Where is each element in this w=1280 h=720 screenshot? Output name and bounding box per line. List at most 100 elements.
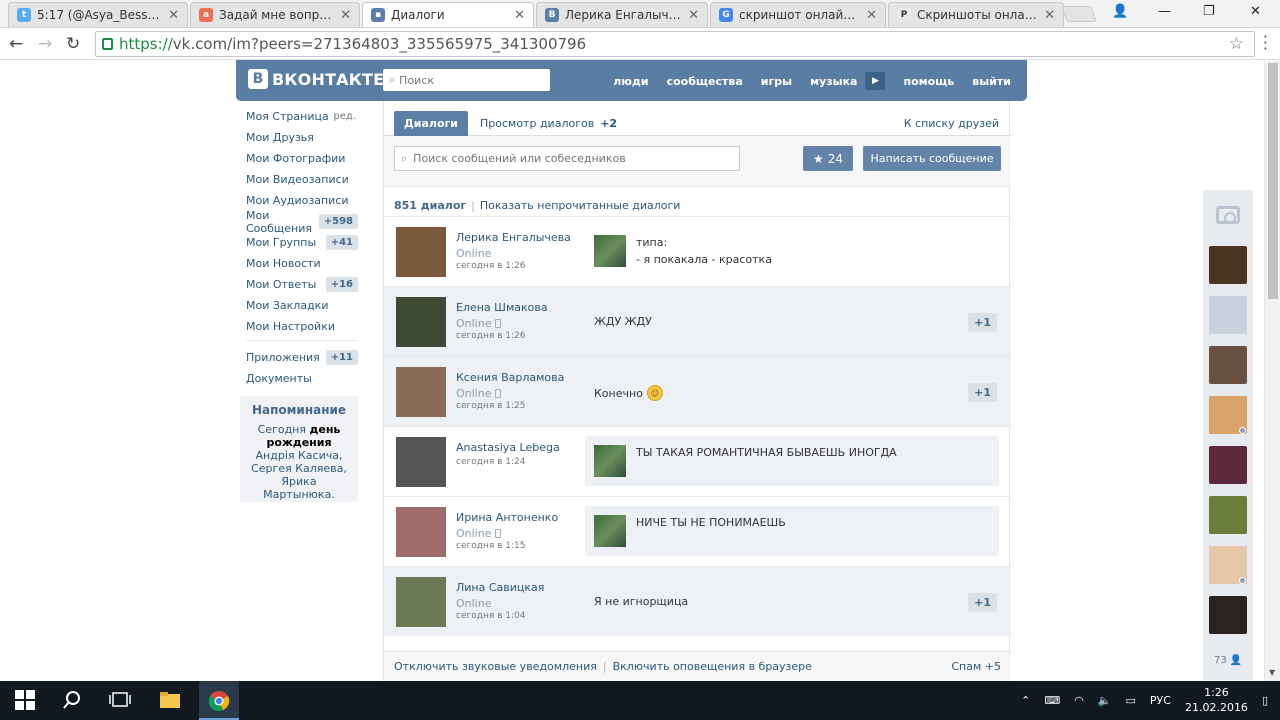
vk-search-input[interactable]: [399, 73, 540, 87]
dialog-row[interactable]: Ирина Антоненко Online сегодня в 1:15 НИЧЕ …: [384, 496, 1011, 566]
new-tab-button[interactable]: [1061, 6, 1097, 22]
browser-tab[interactable]: a Задай мне вопрос | as ✕: [190, 2, 360, 27]
dialog-row[interactable]: Ксения Варламова Online сегодня в 1:25 Коне…: [384, 356, 1011, 426]
menu-item-news[interactable]: Мои Новости: [240, 253, 358, 274]
browser-tab[interactable]: t 5:17 (@Asya_Bessonov ✕: [8, 2, 188, 27]
last-message[interactable]: Конечно ☺: [594, 385, 663, 401]
search-icon[interactable]: [62, 690, 84, 712]
menu-item-videos[interactable]: Мои Видеозаписи: [240, 169, 358, 190]
browser-tab[interactable]: P Скриншоты онлайн, с ✕: [888, 2, 1064, 27]
camera-icon[interactable]: [1216, 206, 1240, 224]
menu-item-bookmarks[interactable]: Мои Закладки: [240, 295, 358, 316]
favorites-button[interactable]: ★ 24: [803, 146, 853, 171]
last-message[interactable]: ЖДУ ЖДУ: [594, 315, 652, 328]
dialog-name[interactable]: Лерика Енгалычева: [456, 231, 571, 244]
last-message[interactable]: НИЧЕ ТЫ НЕ ПОНИМАЕШЬ: [585, 506, 999, 556]
last-message[interactable]: ТЫ ТАКАЯ РОМАНТИЧНАЯ БЫВАЕШЬ ИНОГДА: [585, 436, 999, 486]
message-search-input[interactable]: [413, 152, 724, 165]
edit-link[interactable]: ред.: [333, 111, 358, 122]
wifi-icon[interactable]: ◠: [1074, 694, 1084, 707]
file-explorer-icon[interactable]: [159, 690, 181, 712]
vk-search-box[interactable]: ⌕: [383, 69, 550, 91]
nav-music[interactable]: музыка: [810, 75, 857, 88]
dialog-avatar[interactable]: [396, 367, 446, 417]
menu-item-apps[interactable]: Приложения +11: [240, 347, 358, 368]
reload-icon[interactable]: ↻: [66, 34, 80, 54]
scroll-down-arrow-icon[interactable]: ▼: [1269, 668, 1275, 677]
notification-icon[interactable]: ▭: [1126, 694, 1136, 707]
online-friends-count[interactable]: 73 👤: [1214, 655, 1242, 666]
vk-logo[interactable]: B ВКОНТАКТЕ: [248, 69, 384, 89]
friend-avatar[interactable]: [1209, 446, 1247, 484]
dialog-avatar[interactable]: [396, 437, 446, 487]
dialog-avatar[interactable]: [396, 227, 446, 277]
friend-avatar[interactable]: [1209, 246, 1247, 284]
page-scrollbar[interactable]: ▼: [1264, 61, 1280, 681]
nav-logout[interactable]: выйти: [972, 75, 1011, 88]
to-friends-link[interactable]: К списку друзей: [904, 117, 999, 130]
browser-tab[interactable]: G скриншот онлайн - По ✕: [710, 2, 886, 27]
action-center-icon[interactable]: ▯: [1262, 694, 1268, 707]
menu-item-settings[interactable]: Мои Настройки: [240, 316, 358, 337]
last-message[interactable]: типа: - я покакала - красотка: [585, 226, 999, 276]
dialog-name[interactable]: Ирина Антоненко: [456, 511, 558, 524]
chrome-menu-icon[interactable]: · · ·: [1263, 29, 1268, 57]
nav-games[interactable]: игры: [761, 75, 792, 88]
browser-notifications-link[interactable]: Включить оповещения в браузере: [613, 660, 812, 673]
browser-tab[interactable]: B Лерика Енгалычева ✕: [536, 2, 708, 27]
tab-view-dialogs[interactable]: Просмотр диалогов +2: [472, 111, 625, 136]
bookmark-star-icon[interactable]: ☆: [1229, 34, 1244, 54]
restore-icon[interactable]: ❐: [1203, 4, 1215, 19]
menu-item-documents[interactable]: Документы: [240, 368, 358, 389]
friend-avatar[interactable]: [1209, 296, 1247, 334]
dialog-row[interactable]: Елена Шмакова Online сегодня в 1:26 ЖДУ ЖДУ…: [384, 286, 1011, 356]
sound-notifications-link[interactable]: Отключить звуковые уведомления: [394, 660, 597, 673]
menu-item-photos[interactable]: Мои Фотографии: [240, 148, 358, 169]
close-tab-icon[interactable]: ✕: [1044, 8, 1055, 23]
dialog-name[interactable]: Ксения Варламова: [456, 371, 564, 384]
dialog-row[interactable]: Лина Савицкая Online сегодня в 1:04 Я не иг…: [384, 566, 1011, 636]
dialog-avatar[interactable]: [396, 507, 446, 557]
last-message[interactable]: Я не игнорщица: [594, 595, 688, 608]
language-indicator[interactable]: РУС: [1150, 694, 1171, 707]
dialog-avatar[interactable]: [396, 297, 446, 347]
nav-help[interactable]: помощь: [903, 75, 954, 88]
task-view-icon[interactable]: [109, 690, 131, 712]
menu-item-groups[interactable]: Мои Группы +41: [240, 232, 358, 253]
keyboard-icon[interactable]: ⌨: [1044, 694, 1060, 707]
dialog-name[interactable]: Anastasiya Lebega: [456, 441, 560, 454]
menu-item-messages[interactable]: Мои Сообщения +598: [240, 209, 358, 235]
close-window-icon[interactable]: ✕: [1250, 4, 1261, 19]
dialog-row[interactable]: Anastasiya Lebega сегодня в 1:24 ТЫ ТАКАЯ …: [384, 426, 1011, 496]
message-search-box[interactable]: ⌕: [394, 146, 740, 171]
spam-link[interactable]: Спам +5: [951, 660, 1001, 673]
scrollbar-thumb[interactable]: [1268, 63, 1278, 299]
nav-communities[interactable]: сообщества: [667, 75, 743, 88]
back-icon[interactable]: ←: [9, 34, 23, 54]
friend-avatar[interactable]: [1209, 346, 1247, 384]
tab-dialogs[interactable]: Диалоги: [394, 111, 468, 136]
dialog-name[interactable]: Лина Савицкая: [456, 581, 544, 594]
reminder-names[interactable]: Андрія Касича, Сергея Каляева, Ярика Мар…: [251, 449, 347, 501]
show-unread-link[interactable]: Показать непрочитанные диалоги: [480, 199, 681, 212]
address-bar[interactable]: https://vk.com/im?peers=271364803_335565…: [95, 31, 1255, 57]
close-tab-icon[interactable]: ✕: [514, 8, 525, 23]
user-icon[interactable]: 👤: [1112, 4, 1128, 19]
write-message-button[interactable]: Написать сообщение: [863, 146, 1001, 171]
minimize-icon[interactable]: —: [1158, 4, 1171, 19]
windows-start-icon[interactable]: [15, 690, 37, 712]
nav-people[interactable]: люди: [613, 75, 648, 88]
close-tab-icon[interactable]: ✕: [168, 8, 179, 23]
friend-avatar[interactable]: [1209, 596, 1247, 634]
forward-icon[interactable]: →: [38, 34, 52, 54]
show-hidden-icons-icon[interactable]: ⌃: [1021, 694, 1030, 707]
close-tab-icon[interactable]: ✕: [688, 8, 699, 23]
volume-icon[interactable]: 🔈: [1098, 694, 1112, 707]
menu-item-my-page[interactable]: Моя Страница ред.: [240, 106, 358, 127]
dialog-name[interactable]: Елена Шмакова: [456, 301, 548, 314]
clock[interactable]: 1:26 21.02.2016: [1185, 685, 1248, 715]
menu-item-friends[interactable]: Мои Друзья: [240, 127, 358, 148]
play-icon[interactable]: ▶: [865, 72, 886, 90]
close-tab-icon[interactable]: ✕: [866, 8, 877, 23]
dialog-avatar[interactable]: [396, 577, 446, 627]
